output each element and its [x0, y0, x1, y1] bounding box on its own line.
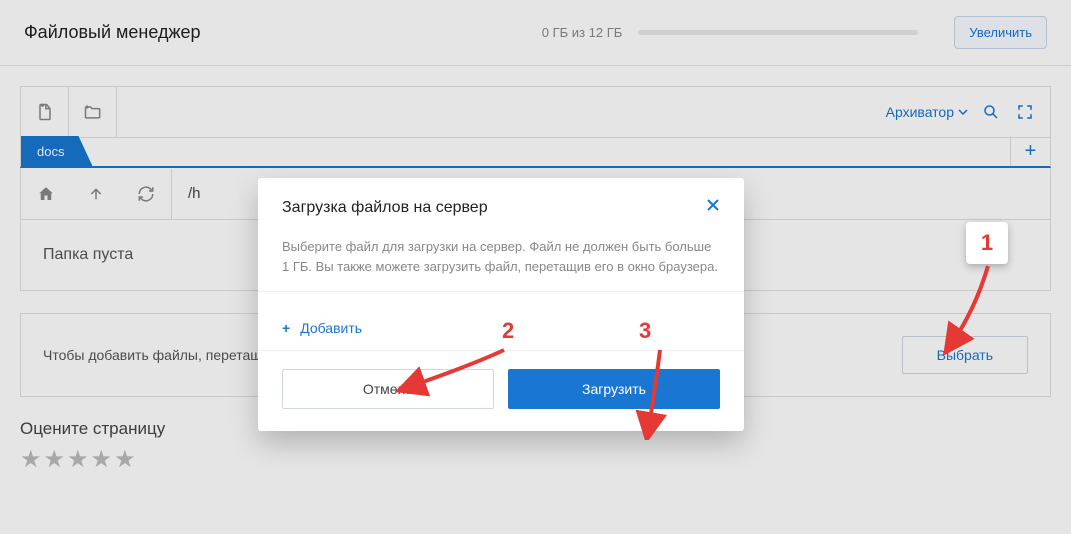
- add-file-button[interactable]: + Добавить: [258, 306, 744, 351]
- upload-button[interactable]: Загрузить: [508, 369, 720, 409]
- add-file-label: Добавить: [300, 320, 362, 336]
- close-icon: [706, 198, 720, 212]
- modal-title: Загрузка файлов на сервер: [282, 199, 488, 217]
- upload-modal: Загрузка файлов на сервер Выберите файл …: [258, 178, 744, 431]
- modal-close-button[interactable]: [706, 198, 720, 217]
- modal-description: Выберите файл для загрузки на сервер. Фа…: [282, 237, 720, 277]
- plus-icon: +: [282, 320, 290, 336]
- cancel-button[interactable]: Отмена: [282, 369, 494, 409]
- cancel-label: Отмена: [363, 381, 413, 397]
- upload-label: Загрузить: [582, 381, 646, 397]
